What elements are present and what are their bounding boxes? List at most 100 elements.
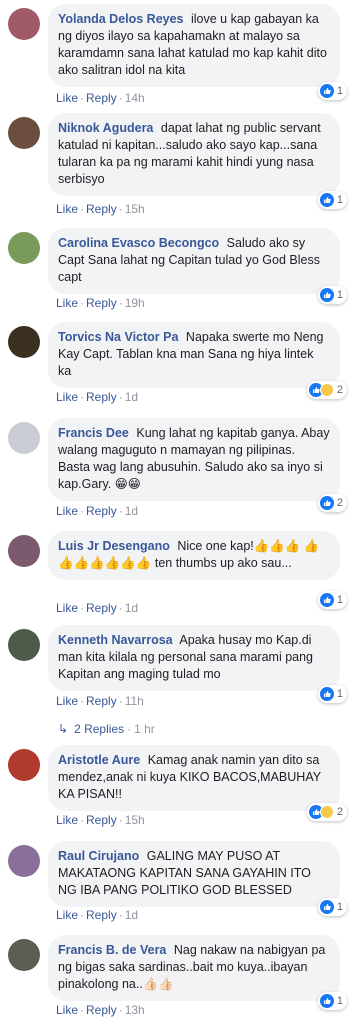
- reply-button[interactable]: Reply: [86, 202, 117, 216]
- timestamp[interactable]: 19h: [125, 296, 145, 310]
- comment-actions: Like · Reply · 1d: [56, 504, 138, 518]
- reaction-count[interactable]: 1: [317, 591, 347, 609]
- reaction-number: 2: [336, 497, 343, 509]
- avatar[interactable]: [8, 629, 40, 661]
- like-button[interactable]: Like: [56, 1003, 78, 1017]
- comment-bubble: Luis Jr Desengano Nice one kap!👍👍👍 👍👍👍👍👍…: [48, 531, 340, 580]
- like-button[interactable]: Like: [56, 504, 78, 518]
- comment-actions: Like · Reply · 19h: [56, 296, 145, 310]
- timestamp[interactable]: 1d: [125, 601, 138, 615]
- separator: ·: [118, 908, 123, 922]
- like-button[interactable]: Like: [56, 390, 78, 404]
- separator: ·: [118, 694, 123, 708]
- avatar[interactable]: [8, 117, 40, 149]
- like-button[interactable]: Like: [56, 296, 78, 310]
- reaction-number: 1: [336, 688, 343, 700]
- separator: ·: [80, 202, 85, 216]
- reaction-number: 1: [336, 85, 343, 97]
- comment-author[interactable]: Luis Jr Desengano: [58, 539, 170, 553]
- comment-author[interactable]: Yolanda Delos Reyes: [58, 12, 184, 26]
- comment-author[interactable]: Niknok Agudera: [58, 121, 153, 135]
- reply-button[interactable]: Reply: [86, 694, 117, 708]
- like-button[interactable]: Like: [56, 813, 78, 827]
- reply-button[interactable]: Reply: [86, 601, 117, 615]
- reaction-count[interactable]: 2: [306, 803, 347, 821]
- timestamp[interactable]: 13h: [125, 1003, 145, 1017]
- avatar[interactable]: [8, 8, 40, 40]
- reaction-count[interactable]: 1: [317, 82, 347, 100]
- like-button[interactable]: Like: [56, 908, 78, 922]
- replies-count[interactable]: 2 Replies: [74, 722, 124, 736]
- reaction-number: 1: [336, 995, 343, 1007]
- like-button[interactable]: Like: [56, 601, 78, 615]
- like-button[interactable]: Like: [56, 91, 78, 105]
- reply-button[interactable]: Reply: [86, 1003, 117, 1017]
- timestamp[interactable]: 15h: [125, 202, 145, 216]
- separator: ·: [80, 91, 85, 105]
- comment-actions: Like · Reply · 15h: [56, 813, 145, 827]
- reply-button[interactable]: Reply: [86, 813, 117, 827]
- reaction-number: 1: [336, 901, 343, 913]
- separator: ·: [127, 722, 132, 736]
- comment-author[interactable]: Raul Cirujano: [58, 849, 139, 863]
- timestamp[interactable]: 11h: [125, 694, 144, 708]
- timestamp[interactable]: 14h: [125, 91, 145, 105]
- avatar[interactable]: [8, 939, 40, 971]
- like-button[interactable]: Like: [56, 202, 78, 216]
- reaction-number: 1: [336, 289, 343, 301]
- avatar[interactable]: [8, 326, 40, 358]
- separator: ·: [118, 91, 123, 105]
- separator: ·: [118, 1003, 123, 1017]
- comment-bubble: Kenneth Navarrosa Apaka husay mo Kap.di …: [48, 625, 340, 691]
- avatar[interactable]: [8, 422, 40, 454]
- thumbs-up-icon: [319, 593, 334, 607]
- comment-author[interactable]: Francis Dee: [58, 426, 129, 440]
- wow-icon: [319, 805, 334, 819]
- reaction-count[interactable]: 2: [306, 381, 347, 399]
- reply-button[interactable]: Reply: [86, 91, 117, 105]
- separator: ·: [80, 1003, 85, 1017]
- reply-button[interactable]: Reply: [86, 908, 117, 922]
- comment-bubble: Francis B. de Vera Nag nakaw na nabigyan…: [48, 935, 340, 1001]
- timestamp[interactable]: 15h: [125, 813, 145, 827]
- avatar[interactable]: [8, 232, 40, 264]
- thumbs-up-icon: [319, 687, 334, 701]
- reaction-count[interactable]: 1: [317, 898, 347, 916]
- comment-author[interactable]: Carolina Evasco Becongco: [58, 236, 219, 250]
- avatar[interactable]: [8, 845, 40, 877]
- timestamp[interactable]: 1d: [125, 504, 138, 518]
- comment-actions: Like · Reply · 1d: [56, 601, 138, 615]
- reply-button[interactable]: Reply: [86, 504, 117, 518]
- reply-button[interactable]: Reply: [86, 390, 117, 404]
- comment-author[interactable]: Francis B. de Vera: [58, 943, 166, 957]
- avatar[interactable]: [8, 535, 40, 567]
- avatar[interactable]: [8, 749, 40, 781]
- thumbs-up-icon: [319, 288, 334, 302]
- separator: ·: [80, 601, 85, 615]
- timestamp[interactable]: 1d: [125, 908, 138, 922]
- separator: ·: [80, 908, 85, 922]
- reply-button[interactable]: Reply: [86, 296, 117, 310]
- reaction-count[interactable]: 2: [317, 494, 347, 512]
- reaction-count[interactable]: 1: [317, 191, 347, 209]
- separator: ·: [118, 202, 123, 216]
- comment-author[interactable]: Aristotle Aure: [58, 753, 140, 767]
- reaction-count[interactable]: 1: [317, 992, 347, 1010]
- comment-actions: Like · Reply · 1d: [56, 908, 138, 922]
- view-replies-link[interactable]: ↳ 2 Replies · 1 hr: [58, 722, 155, 736]
- comment-bubble: Francis Dee Kung lahat ng kapitab ganya.…: [48, 418, 340, 501]
- timestamp[interactable]: 1d: [125, 390, 138, 404]
- reaction-count[interactable]: 1: [317, 685, 347, 703]
- reply-arrow-icon: ↳: [58, 722, 69, 736]
- comment-author[interactable]: Torvics Na Victor Pa: [58, 330, 178, 344]
- comment-actions: Like · Reply · 1d: [56, 390, 138, 404]
- thumbs-up-icon: [319, 994, 334, 1008]
- separator: ·: [80, 694, 85, 708]
- comment-bubble: Torvics Na Victor Pa Napaka swerte mo Ne…: [48, 322, 340, 388]
- reaction-number: 2: [336, 384, 343, 396]
- like-button[interactable]: Like: [56, 694, 78, 708]
- separator: ·: [80, 504, 85, 518]
- separator: ·: [118, 390, 123, 404]
- reaction-count[interactable]: 1: [317, 286, 347, 304]
- comment-author[interactable]: Kenneth Navarrosa: [58, 633, 173, 647]
